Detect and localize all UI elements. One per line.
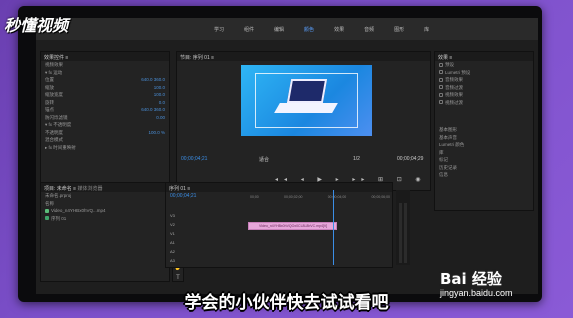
timeline-title: 序列 01 ≡ [166, 183, 392, 192]
tab-6[interactable]: 图形 [394, 26, 404, 33]
track-header[interactable]: A1 [170, 238, 175, 247]
ec-row[interactable]: 缩放宽度 100.0 [41, 91, 169, 99]
effects-item[interactable]: 音频过渡 [435, 84, 533, 92]
video-clip-icon [45, 208, 49, 213]
playhead[interactable] [333, 190, 334, 265]
project-file: 未命名.prproj [45, 193, 72, 198]
timeline-ruler[interactable]: 00;00 00;00;02;00 00;00;04;00 00;00;06;0… [250, 195, 390, 199]
ec-row[interactable]: 旋转 0.0 [41, 99, 169, 107]
fit-dropdown[interactable]: 适合 [259, 156, 269, 163]
ec-row[interactable]: 混合模式 [41, 136, 169, 144]
program-preview-image [241, 65, 372, 136]
laptop-illustration [286, 79, 328, 103]
type-icon[interactable]: T [173, 273, 183, 283]
project-item[interactable]: 序列 01 [41, 215, 169, 223]
ec-row[interactable]: 锚点 640.0 360.0 [41, 106, 169, 114]
effects-item[interactable]: 音频效果 [435, 76, 533, 84]
folder-icon [439, 100, 443, 105]
track-header[interactable]: A2 [170, 247, 175, 256]
effects-panel: 效果 ≡ 预设 Lumetri 预设 音频效果 音频过渡 视频效果 视频过渡 基… [434, 51, 534, 211]
panel-section[interactable]: 历史记录 [435, 164, 533, 172]
effects-item[interactable]: 预设 [435, 61, 533, 69]
subtitle-caption: 学会的小伙伴快去试试看吧 [184, 293, 389, 313]
effects-title: 效果 ≡ [435, 52, 533, 61]
column-header-name[interactable]: 名称 [41, 200, 169, 208]
laptop-base [274, 103, 338, 113]
project-title: 项目: 未命名 ≡ 媒体浏览器 [41, 183, 169, 192]
project-item[interactable]: Video_n4YHBx0hVQ...mp4 [41, 207, 169, 215]
track-header[interactable]: A3 [170, 256, 175, 265]
audio-meter [396, 190, 410, 265]
panel-section[interactable]: Lumetri 颜色 [435, 141, 533, 149]
ec-row[interactable]: 防闪烁滤镜 0.00 [41, 114, 169, 122]
watermark-logo: 秒懂视频 [4, 16, 69, 35]
panel-section[interactable]: 基本图形 [435, 126, 533, 134]
tab-3[interactable]: 颜色 [304, 26, 314, 33]
track-header[interactable]: V2 [170, 220, 175, 229]
ec-row[interactable]: 缩放 100.0 [41, 84, 169, 92]
tab-7[interactable]: 库 [424, 26, 429, 33]
tab-2[interactable]: 编辑 [274, 26, 284, 33]
panel-section[interactable]: 基本声音 [435, 134, 533, 142]
resolution-dropdown[interactable]: 1/2 [353, 156, 360, 162]
folder-icon [439, 62, 443, 67]
tab-5[interactable]: 音频 [364, 26, 374, 33]
ec-row[interactable]: ▾ fx 不透明度 [41, 121, 169, 129]
effects-item[interactable]: 视频过渡 [435, 99, 533, 107]
effect-controls-panel: 效果控件 ≡ 视频效果 ▾ fx 运动 位置 640.0 360.0 缩放 100.… [40, 51, 170, 186]
track-header[interactable]: V3 [170, 211, 175, 220]
ec-row[interactable]: ▸ fx 时间重映射 [41, 144, 169, 152]
folder-icon [439, 85, 443, 90]
sequence-icon [45, 216, 49, 221]
video-clip[interactable]: Video_n4YHBx0hVQOx0CL8L8bVC.mp4[V] [248, 222, 337, 230]
effect-controls-title: 效果控件 ≡ [41, 52, 169, 61]
panel-section[interactable]: 库 [435, 149, 533, 157]
baidu-watermark: Bai 经验 [440, 270, 502, 288]
effects-item[interactable]: 视频效果 [435, 91, 533, 99]
meter-channel-right [404, 203, 407, 263]
ec-row: 视频效果 [45, 62, 63, 67]
program-title: 节目: 序列 01 ≡ [177, 52, 430, 61]
project-panel: 项目: 未命名 ≡ 媒体浏览器 未命名.prproj 名称 Video_n4YH… [40, 182, 170, 282]
ec-row[interactable]: ▾ fx 运动 [41, 69, 169, 77]
ec-row[interactable]: 不透明度 100.0 % [41, 129, 169, 137]
tab-4[interactable]: 效果 [334, 26, 344, 33]
panel-section[interactable]: 标记 [435, 156, 533, 164]
folder-icon [439, 77, 443, 82]
effects-item[interactable]: Lumetri 预设 [435, 69, 533, 77]
folder-icon [439, 70, 443, 75]
panel-section[interactable]: 信息 [435, 171, 533, 179]
workspace-menu: 学习 组件 编辑 颜色 效果 音频 图形 库 [36, 18, 538, 40]
track-header[interactable]: V1 [170, 229, 175, 238]
folder-icon [439, 92, 443, 97]
tab-1[interactable]: 组件 [244, 26, 254, 33]
ec-row[interactable]: 位置 640.0 360.0 [41, 76, 169, 84]
tab-0[interactable]: 学习 [214, 26, 224, 33]
duration-timecode: 00;00;04;29 [397, 156, 424, 162]
program-timecode[interactable]: 00;00;04;21 [181, 156, 207, 162]
meter-channel-left [399, 203, 402, 263]
timeline-timecode[interactable]: 00;00;04;21 [170, 193, 196, 199]
